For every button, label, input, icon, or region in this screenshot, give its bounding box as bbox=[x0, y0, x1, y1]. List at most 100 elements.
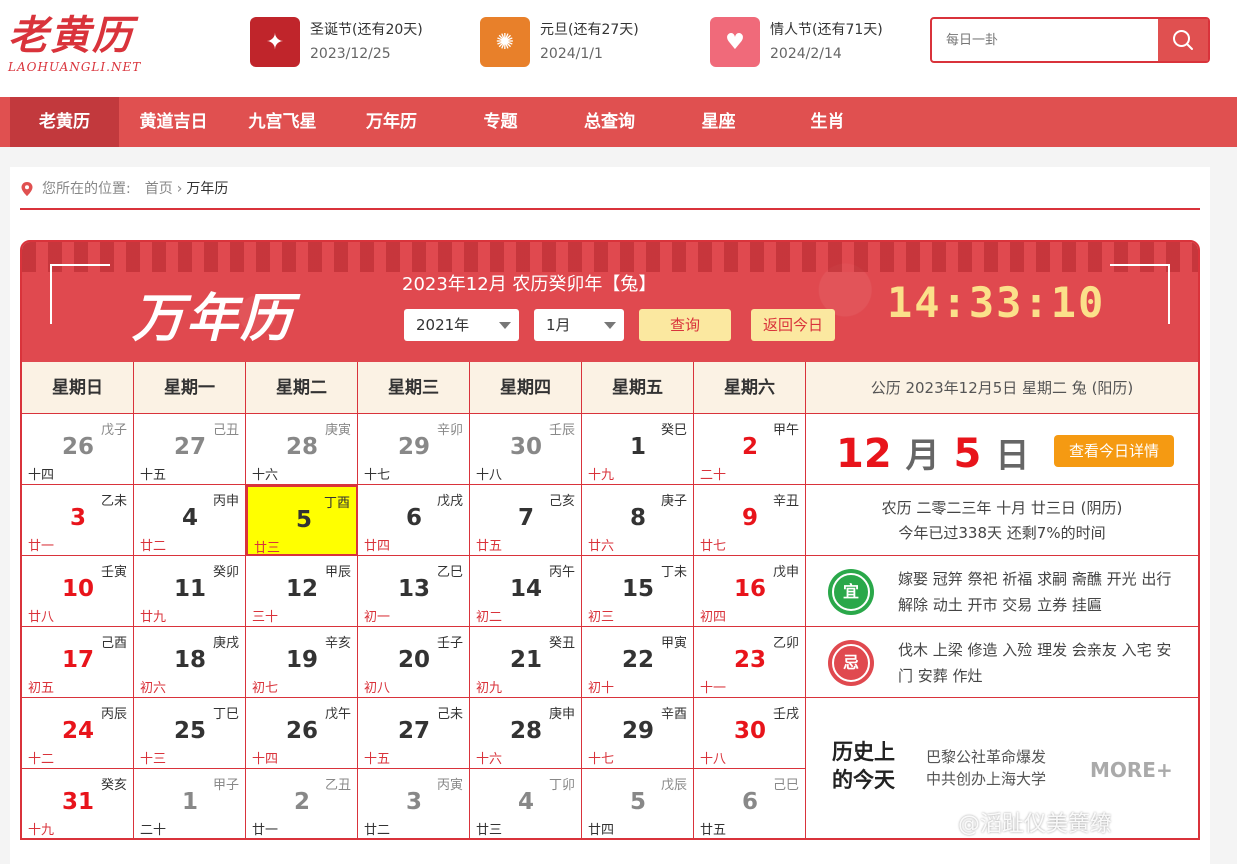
day-lunar: 二十 bbox=[140, 823, 167, 838]
history-item[interactable]: 巴黎公社革命爆发 bbox=[926, 746, 1046, 768]
calendar-day[interactable]: 癸巳 1 十九 bbox=[582, 414, 694, 485]
calendar-day[interactable]: 丙午 14 初二 bbox=[470, 556, 582, 627]
day-lunar: 十九 bbox=[28, 823, 55, 838]
day-number: 30 bbox=[733, 718, 766, 744]
history-item[interactable]: 中共创办上海大学 bbox=[926, 768, 1046, 790]
day-number: 26 bbox=[285, 718, 318, 744]
selected-day-row: 12 月 5 日 查看今日详情 bbox=[806, 414, 1198, 485]
month-select[interactable]: 1月 bbox=[534, 309, 624, 341]
today-detail-button[interactable]: 查看今日详情 bbox=[1054, 435, 1174, 467]
back-to-today-button[interactable]: 返回今日 bbox=[751, 309, 835, 341]
calendar-day[interactable]: 庚寅 28 十六 bbox=[246, 414, 358, 485]
search-button[interactable] bbox=[1158, 19, 1208, 61]
year-select-value: 2021年 bbox=[416, 316, 470, 334]
calendar-day[interactable]: 丙辰 24 十二 bbox=[22, 698, 134, 769]
calendar-day[interactable]: 乙丑 2 廿一 bbox=[246, 769, 358, 838]
day-number: 6 bbox=[405, 505, 422, 531]
day-lunar: 初七 bbox=[252, 681, 279, 696]
calendar-day[interactable]: 丁未 15 初三 bbox=[582, 556, 694, 627]
calendar-day[interactable]: 戊戌 6 廿四 bbox=[358, 485, 470, 556]
calendar-day[interactable]: 丁巳 25 十三 bbox=[134, 698, 246, 769]
calendar-day[interactable]: 乙未 3 廿一 bbox=[22, 485, 134, 556]
day-lunar: 初三 bbox=[588, 610, 615, 625]
calendar-day[interactable]: 丙寅 3 廿二 bbox=[358, 769, 470, 838]
festival-valentines[interactable]: ♥ 情人节(还有71天) 2024/2/14 bbox=[710, 17, 883, 67]
calendar-day[interactable]: 己巳 6 廿五 bbox=[694, 769, 806, 838]
nav-item-laohuangli[interactable]: 老黄历 bbox=[10, 97, 119, 147]
nav-item-shengxiao[interactable]: 生肖 bbox=[773, 97, 882, 147]
more-history-link[interactable]: MORE+ bbox=[1090, 758, 1173, 782]
nav-item-query[interactable]: 总查询 bbox=[555, 97, 664, 147]
calendar-day[interactable]: 庚子 8 廿六 bbox=[582, 485, 694, 556]
day-number: 17 bbox=[61, 647, 94, 673]
nav-item-huangdao[interactable]: 黄道吉日 bbox=[119, 97, 228, 147]
month-unit: 月 bbox=[905, 436, 940, 476]
avoid-activities: 忌 伐木 上梁 修造 入殓 理发 会亲友 入宅 安门 安葬 作灶 bbox=[806, 627, 1198, 698]
day-lunar: 三十 bbox=[252, 610, 279, 625]
calendar-banner: 万年历 2023年12月 农历癸卯年【兔】 2021年 1月 查询 返回今日 1… bbox=[22, 242, 1198, 362]
day-lunar: 十二 bbox=[28, 752, 55, 767]
logo-text-en: LAOHUANGLI.NET bbox=[8, 60, 142, 74]
festival-name: 圣诞节(还有20天) bbox=[310, 22, 423, 38]
nav-item-wannianli[interactable]: 万年历 bbox=[337, 97, 446, 147]
year-select[interactable]: 2021年 bbox=[404, 309, 519, 341]
calendar-day[interactable]: 癸亥 31 十九 bbox=[22, 769, 134, 838]
calendar-day[interactable]: 辛丑 9 廿七 bbox=[694, 485, 806, 556]
calendar-day[interactable]: 戊辰 5 廿四 bbox=[582, 769, 694, 838]
breadcrumb-home[interactable]: 首页 bbox=[145, 177, 173, 201]
nav-item-zodiac[interactable]: 星座 bbox=[664, 97, 773, 147]
day-lunar: 十七 bbox=[364, 468, 391, 483]
yi-list: 嫁娶 冠笄 祭祀 祈福 求嗣 斋醮 开光 出行 解除 动土 开市 交易 立券 挂… bbox=[898, 570, 1172, 614]
calendar-day[interactable]: 己亥 7 廿五 bbox=[470, 485, 582, 556]
calendar-day[interactable]: 辛酉 29 十七 bbox=[582, 698, 694, 769]
day-lunar: 廿二 bbox=[140, 539, 167, 554]
weekday-header: 星期六 bbox=[694, 362, 806, 414]
calendar-day[interactable]: 戊子 26 十四 bbox=[22, 414, 134, 485]
suitable-activities: 宜 嫁娶 冠笄 祭祀 祈福 求嗣 斋醮 开光 出行 解除 动土 开市 交易 立券… bbox=[806, 556, 1198, 627]
day-lunar: 初四 bbox=[700, 610, 727, 625]
calendar-day[interactable]: 癸卯 11 廿九 bbox=[134, 556, 246, 627]
calendar-day[interactable]: 乙卯 23 十一 bbox=[694, 627, 806, 698]
calendar-day[interactable]: 戊申 16 初四 bbox=[694, 556, 806, 627]
calendar-day[interactable]: 壬寅 10 廿八 bbox=[22, 556, 134, 627]
calendar-day[interactable]: 丁卯 4 廿三 bbox=[470, 769, 582, 838]
nav-item-jiugong[interactable]: 九宫飞星 bbox=[228, 97, 337, 147]
lunar-info: 农历 二零二三年 十月 廿三日 (阴历) 今年已过338天 还剩7%的时间 bbox=[806, 485, 1198, 556]
calendar-day[interactable]: 庚申 28 十六 bbox=[470, 698, 582, 769]
calendar-day[interactable]: 壬戌 30 十八 bbox=[694, 698, 806, 769]
calendar-day[interactable]: 己未 27 十五 bbox=[358, 698, 470, 769]
calendar-day[interactable]: 辛卯 29 十七 bbox=[358, 414, 470, 485]
day-lunar: 十四 bbox=[252, 752, 279, 767]
festival-christmas[interactable]: ✦ 圣诞节(还有20天) 2023/12/25 bbox=[250, 17, 423, 67]
day-number: 20 bbox=[397, 647, 430, 673]
calendar-day[interactable]: 己丑 27 十五 bbox=[134, 414, 246, 485]
calendar-day-today[interactable]: 丁酉 5 廿三 bbox=[246, 485, 358, 556]
calendar-day[interactable]: 乙巳 13 初一 bbox=[358, 556, 470, 627]
calendar-day[interactable]: 甲午 2 二十 bbox=[694, 414, 806, 485]
calendar-day[interactable]: 壬辰 30 十八 bbox=[470, 414, 582, 485]
new-year-icon: ✺ bbox=[480, 17, 530, 67]
calendar-day[interactable]: 壬子 20 初八 bbox=[358, 627, 470, 698]
calendar-day[interactable]: 甲寅 22 初十 bbox=[582, 627, 694, 698]
day-number: 29 bbox=[397, 434, 430, 460]
day-lunar: 廿四 bbox=[364, 539, 391, 554]
site-header: 老黄历 LAOHUANGLI.NET ✦ 圣诞节(还有20天) 2023/12/… bbox=[0, 0, 1237, 97]
calendar-day[interactable]: 癸丑 21 初九 bbox=[470, 627, 582, 698]
day-number: 4 bbox=[517, 789, 534, 815]
calendar-day[interactable]: 甲辰 12 三十 bbox=[246, 556, 358, 627]
banner-title: 万年历 bbox=[132, 288, 295, 349]
site-logo[interactable]: 老黄历 LAOHUANGLI.NET bbox=[8, 14, 148, 80]
calendar-day[interactable]: 丙申 4 廿二 bbox=[134, 485, 246, 556]
history-title-line1: 历史上 bbox=[832, 740, 895, 764]
search-input[interactable] bbox=[932, 19, 1158, 61]
calendar-day[interactable]: 戊午 26 十四 bbox=[246, 698, 358, 769]
query-button[interactable]: 查询 bbox=[639, 309, 731, 341]
calendar-day[interactable]: 庚戌 18 初六 bbox=[134, 627, 246, 698]
festival-new-year[interactable]: ✺ 元旦(还有27天) 2024/1/1 bbox=[480, 17, 639, 67]
day-number: 3 bbox=[405, 789, 422, 815]
nav-item-topics[interactable]: 专题 bbox=[446, 97, 555, 147]
calendar-day[interactable]: 己酉 17 初五 bbox=[22, 627, 134, 698]
calendar-day[interactable]: 辛亥 19 初七 bbox=[246, 627, 358, 698]
calendar-day[interactable]: 甲子 1 二十 bbox=[134, 769, 246, 838]
weekday-header: 星期日 bbox=[22, 362, 134, 414]
